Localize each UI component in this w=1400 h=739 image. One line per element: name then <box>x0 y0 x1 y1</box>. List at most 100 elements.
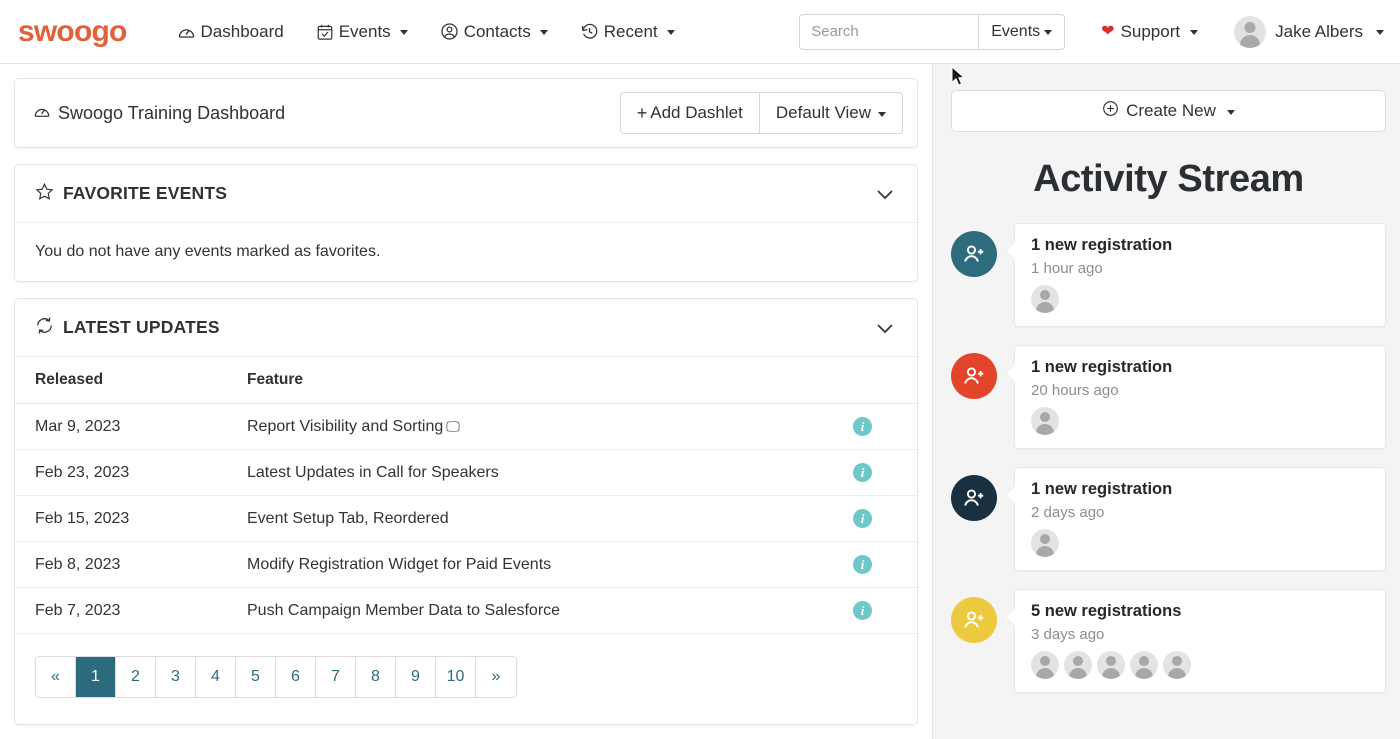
activity-card: 1 new registration 2 days ago <box>1005 467 1386 571</box>
swoogo-logo[interactable]: swoogo <box>18 16 127 47</box>
nav-label-contacts: Contacts <box>463 21 531 41</box>
nav-item-dashboard[interactable]: Dashboard <box>161 14 300 50</box>
pagination-page-5[interactable]: 5 <box>236 657 276 697</box>
table-row[interactable]: Mar 9, 2023 Report Visibility and Sortin… <box>15 403 917 450</box>
nav-item-events[interactable]: Events <box>300 14 424 50</box>
info-icon[interactable]: i <box>853 555 872 574</box>
primary-nav-links: Dashboard Events Contacts Recent <box>161 14 691 50</box>
activity-timestamp: 1 hour ago <box>1031 260 1103 277</box>
support-label: Support <box>1120 21 1181 41</box>
activity-badge <box>951 353 997 399</box>
nav-item-recent[interactable]: Recent <box>564 14 691 50</box>
cell-released: Feb 7, 2023 <box>15 587 247 634</box>
column-header-feature: Feature <box>247 357 847 404</box>
activity-card: 1 new registration 20 hours ago <box>1005 345 1386 449</box>
activity-stream-title: Activity Stream <box>1033 158 1304 200</box>
avatar[interactable] <box>1097 651 1125 679</box>
cell-feature: Push Campaign Member Data to Salesforce <box>247 587 847 634</box>
pagination-page-10[interactable]: 10 <box>436 657 476 697</box>
feature-text: Event Setup Tab, Reordered <box>247 509 449 527</box>
activity-headline: 1 new registration <box>1031 480 1173 498</box>
user-plus-icon <box>964 367 984 384</box>
main-column: Swoogo Training Dashboard + Add Dashlet … <box>0 64 932 739</box>
star-icon <box>35 182 54 206</box>
gauge-icon <box>177 22 196 41</box>
table-row[interactable]: Feb 23, 2023 Latest Updates in Call for … <box>15 449 917 496</box>
info-icon[interactable]: i <box>853 463 872 482</box>
table-row[interactable]: Feb 7, 2023 Push Campaign Member Data to… <box>15 587 917 634</box>
nav-label-recent: Recent <box>603 21 658 41</box>
avatar[interactable] <box>1031 529 1059 557</box>
avatar[interactable] <box>1163 651 1191 679</box>
pagination-prev[interactable]: « <box>36 657 76 697</box>
page-body: Swoogo Training Dashboard + Add Dashlet … <box>0 64 1400 739</box>
activity-avatars <box>1031 651 1369 679</box>
pagination-next[interactable]: » <box>476 657 516 697</box>
avatar[interactable] <box>1130 651 1158 679</box>
search-input[interactable] <box>800 14 979 49</box>
info-icon[interactable]: i <box>853 509 872 528</box>
pagination-page-7[interactable]: 7 <box>316 657 356 697</box>
latest-updates-label: LATEST UPDATES <box>63 317 220 337</box>
dashboard-actions: + Add Dashlet Default View <box>619 92 903 134</box>
chevron-down-icon <box>1190 30 1199 35</box>
pagination-page-6[interactable]: 6 <box>276 657 316 697</box>
cell-feature: Modify Registration Widget for Paid Even… <box>247 541 847 588</box>
activity-badge <box>951 597 997 643</box>
avatar[interactable] <box>1031 285 1059 313</box>
avatar[interactable] <box>1064 651 1092 679</box>
activity-item[interactable]: 1 new registration 20 hours ago <box>951 345 1386 449</box>
collapse-favorites-chevron-down-icon[interactable] <box>873 182 897 206</box>
page-title: Swoogo Training Dashboard <box>33 102 285 125</box>
chevron-down-icon <box>878 111 886 117</box>
search-group: Events <box>799 13 1066 50</box>
activity-card: 5 new registrations 3 days ago <box>1005 589 1386 693</box>
calendar-check-icon <box>316 23 334 41</box>
feature-text: Report Visibility and Sorting <box>247 417 444 435</box>
user-plus-icon <box>964 611 984 628</box>
table-row[interactable]: Feb 8, 2023 Modify Registration Widget f… <box>15 541 917 588</box>
activity-headline: 1 new registration <box>1031 236 1173 254</box>
nav-item-contacts[interactable]: Contacts <box>424 14 564 50</box>
latest-updates-header: LATEST UPDATES <box>15 299 917 357</box>
favorite-events-empty-state: You do not have any events marked as fav… <box>35 243 381 260</box>
table-row[interactable]: Feb 15, 2023 Event Setup Tab, Reordered … <box>15 495 917 542</box>
activity-item[interactable]: 5 new registrations 3 days ago <box>951 589 1386 693</box>
pagination-page-8[interactable]: 8 <box>356 657 396 697</box>
table-header-row: Released Feature <box>15 357 917 404</box>
collapse-latest-updates-chevron-down-icon[interactable] <box>873 316 897 340</box>
gauge-icon <box>33 102 51 125</box>
chevron-down-icon <box>1226 109 1235 115</box>
plus-icon: + <box>636 103 648 123</box>
feature-text: Latest Updates in Call for Speakers <box>247 463 499 481</box>
user-menu[interactable]: Jake Albers <box>1234 15 1384 48</box>
default-view-dropdown[interactable]: Default View <box>759 92 903 134</box>
cell-feature: Event Setup Tab, Reordered <box>247 495 847 542</box>
activity-item[interactable]: 1 new registration 2 days ago <box>951 467 1386 571</box>
avatar[interactable] <box>1031 651 1059 679</box>
pagination-page-1[interactable]: 1 <box>76 657 116 697</box>
add-dashlet-button[interactable]: + Add Dashlet <box>619 92 760 134</box>
search-scope-dropdown[interactable]: Events <box>978 14 1064 49</box>
add-dashlet-label: Add Dashlet <box>650 103 743 122</box>
pagination-page-9[interactable]: 9 <box>396 657 436 697</box>
pagination-page-2[interactable]: 2 <box>116 657 156 697</box>
create-new-button[interactable]: Create New <box>951 90 1386 132</box>
pagination-page-4[interactable]: 4 <box>196 657 236 697</box>
avatar[interactable] <box>1031 407 1059 435</box>
plus-circle-icon <box>1102 100 1119 122</box>
info-icon[interactable]: i <box>853 417 872 436</box>
refresh-icon <box>35 316 54 340</box>
cell-feature: Latest Updates in Call for Speakers <box>247 449 847 496</box>
support-menu[interactable]: ❤ Support <box>1101 21 1199 42</box>
cell-info: i <box>847 449 917 496</box>
pagination-page-3[interactable]: 3 <box>156 657 196 697</box>
info-icon[interactable]: i <box>853 601 872 620</box>
nav-label-events: Events <box>338 21 391 41</box>
search-scope-label: Events <box>991 22 1041 40</box>
chevron-down-icon <box>399 30 408 35</box>
activity-item[interactable]: 1 new registration 1 hour ago <box>951 223 1386 327</box>
activity-timestamp: 2 days ago <box>1031 504 1105 521</box>
top-navigation-bar: swoogo Dashboard Events Contacts Recent … <box>0 0 1400 64</box>
user-plus-icon <box>964 489 984 506</box>
